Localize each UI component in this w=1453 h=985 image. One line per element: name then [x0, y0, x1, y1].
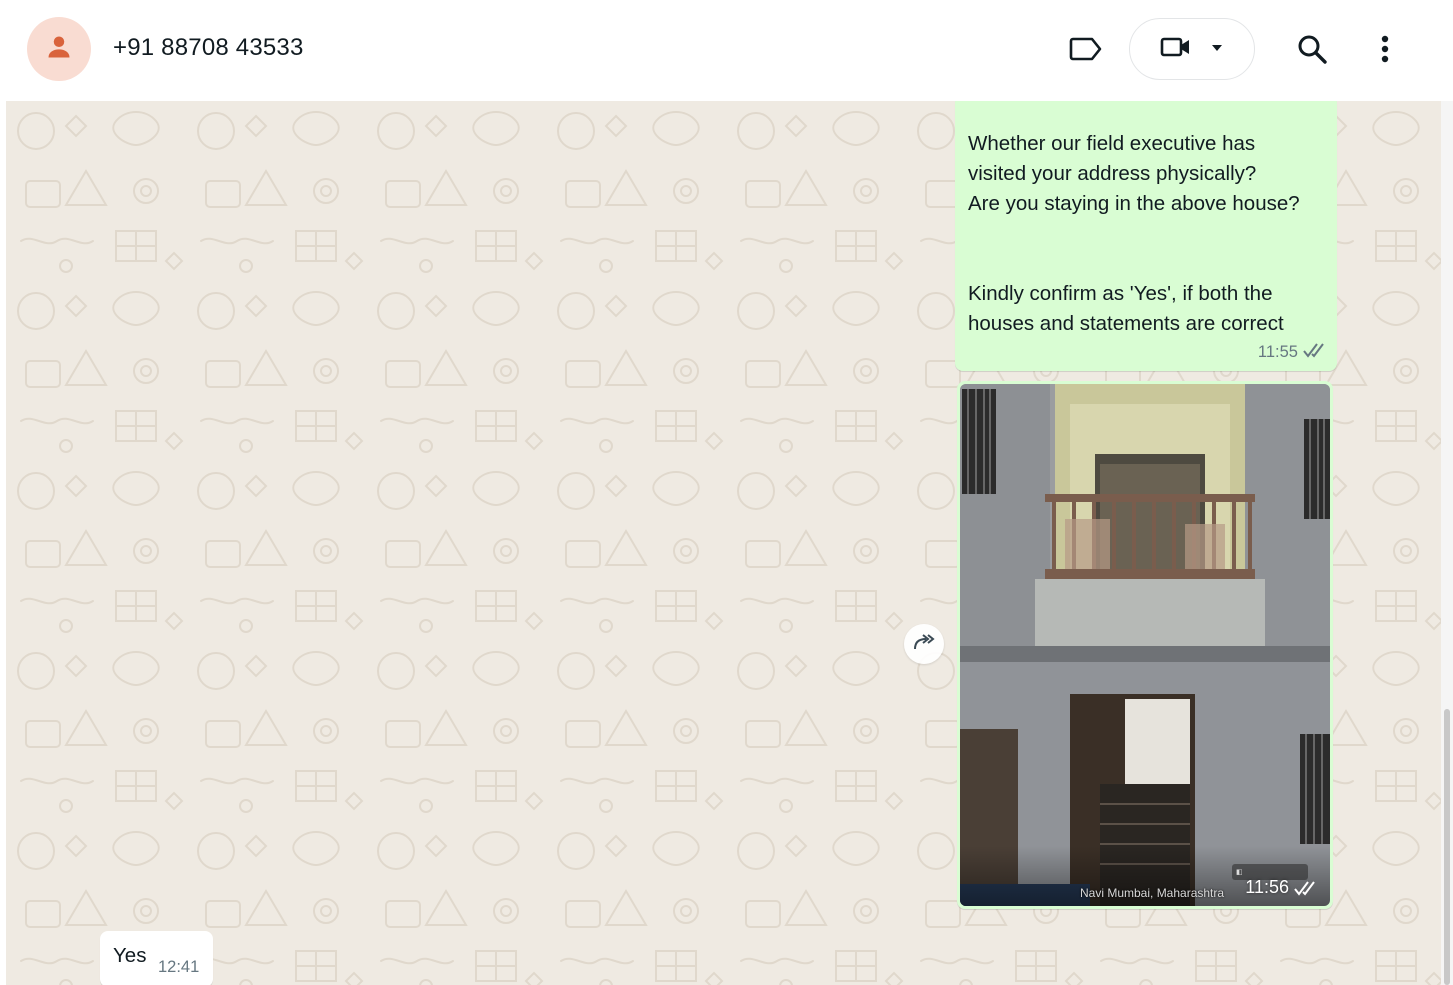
forward-icon: [912, 632, 936, 657]
chat-header: +91 88708 43533: [0, 0, 1453, 100]
outgoing-image-message[interactable]: ◧ Navi Mumbai, Maharashtra 11:56: [957, 381, 1333, 909]
photo-location: Navi Mumbai, Maharashtra: [1080, 886, 1225, 900]
video-call-button[interactable]: [1129, 18, 1255, 80]
video-camera-icon: [1160, 35, 1192, 64]
message-time: 11:56: [1245, 877, 1289, 897]
search-icon[interactable]: [1293, 30, 1331, 68]
incoming-message[interactable]: Yes 12:41: [100, 931, 213, 985]
contact-name[interactable]: +91 88708 43533: [113, 34, 304, 62]
message-text: Yes: [113, 944, 147, 967]
label-icon[interactable]: [1066, 32, 1106, 66]
chat-scrollbar[interactable]: [1441, 101, 1453, 985]
avatar[interactable]: [27, 17, 91, 81]
message-meta: 11:56: [1245, 877, 1318, 898]
chevron-down-icon: [1210, 40, 1224, 58]
chat-panel[interactable]: Whether our field executive has visited …: [6, 101, 1441, 985]
house-photo[interactable]: ◧ Navi Mumbai, Maharashtra 11:56: [960, 384, 1330, 906]
message-time: 12:41: [158, 958, 200, 976]
outgoing-message[interactable]: Whether our field executive has visited …: [955, 101, 1337, 371]
double-check-icon: [1303, 342, 1327, 363]
forward-button[interactable]: [904, 624, 944, 664]
more-vertical-icon[interactable]: [1370, 30, 1400, 68]
person-icon: [45, 33, 73, 66]
message-time: 11:55: [1257, 343, 1298, 361]
message-text: Whether our field executive has visited …: [968, 132, 1300, 335]
double-check-icon: [1294, 880, 1318, 896]
scrollbar-thumb[interactable]: [1444, 709, 1450, 985]
message-meta: 11:55: [1258, 342, 1327, 363]
